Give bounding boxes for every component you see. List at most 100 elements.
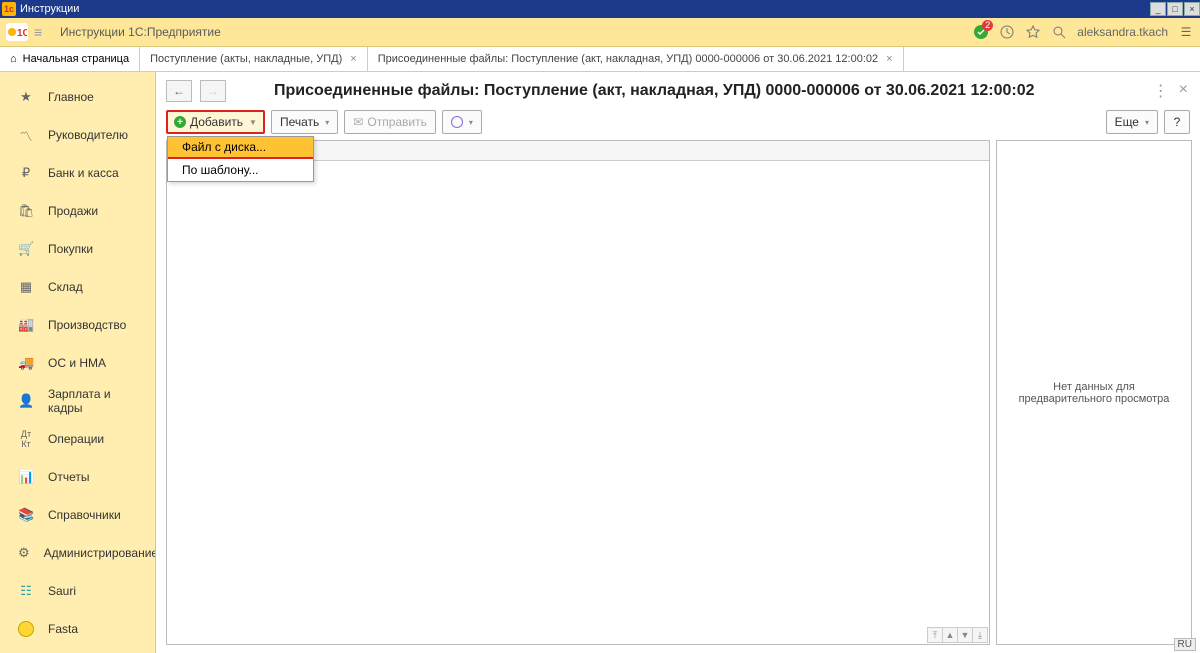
history-icon[interactable]	[999, 24, 1015, 40]
sidebar-item-label: Справочники	[48, 508, 121, 522]
sidebar-item-production[interactable]: 🏭 Производство	[0, 306, 155, 344]
sidebar-item-hr[interactable]: 👤 Зарплата и кадры	[0, 382, 155, 420]
sidebar-item-label: Отчеты	[48, 470, 89, 484]
sidebar-item-sales[interactable]: 🛍 Продажи	[0, 192, 155, 230]
scroll-bottom-button[interactable]: ⤓	[972, 627, 988, 643]
scroll-down-button[interactable]: ▼	[957, 627, 973, 643]
sidebar-item-directories[interactable]: 📚 Справочники	[0, 496, 155, 534]
user-menu-button[interactable]: ☰	[1178, 24, 1194, 40]
preview-empty-text: Нет данных для предварительного просмотр…	[1005, 381, 1183, 405]
home-icon: ⌂	[10, 53, 17, 65]
cart-icon: 🛒	[18, 241, 34, 257]
chevron-down-icon: ▾	[469, 118, 473, 127]
language-indicator[interactable]: RU	[1174, 638, 1196, 651]
toolbar: + Добавить ▼ Файл с диска... По шаблону.…	[156, 108, 1200, 140]
username-label: aleksandra.tkach	[1077, 25, 1168, 39]
sidebar-item-label: Fasta	[48, 622, 78, 636]
sidebar-item-label: Администрирование	[44, 546, 156, 560]
search-icon[interactable]	[1051, 24, 1067, 40]
circle-icon	[451, 116, 463, 128]
page-close-button[interactable]: ×	[1179, 81, 1188, 101]
menu-button[interactable]: ≡	[34, 24, 52, 40]
nav-back-button[interactable]: ←	[166, 80, 192, 102]
sidebar-item-main[interactable]: ★ Главное	[0, 78, 155, 116]
send-button[interactable]: ✉ Отправить	[344, 110, 436, 134]
chevron-down-icon: ▼	[249, 118, 257, 127]
sidebar-item-operations[interactable]: ДтКт Операции	[0, 420, 155, 458]
print-button-label: Печать	[280, 115, 319, 129]
tab-attached-files[interactable]: Присоединенные файлы: Поступление (акт, …	[368, 47, 904, 71]
plus-icon: +	[174, 116, 186, 128]
sidebar-item-label: Руководителю	[48, 128, 128, 142]
sidebar-item-warehouse[interactable]: ▦Склад	[0, 268, 155, 306]
sidebar-item-purchases[interactable]: 🛒Покупки	[0, 230, 155, 268]
home-tab-label: Начальная страница	[23, 53, 129, 65]
app-logo-icon: 1c	[2, 2, 16, 16]
scroll-top-button[interactable]: ⤒	[927, 627, 943, 643]
badge-count: 2	[982, 20, 993, 31]
dropdown-item-label: По шаблону...	[182, 163, 259, 177]
sidebar-item-admin[interactable]: ⚙ Администрирование	[0, 534, 155, 572]
dropdown-item-file-from-disk[interactable]: Файл с диска...	[168, 137, 313, 159]
close-icon[interactable]: ×	[886, 53, 892, 65]
print-button[interactable]: Печать ▾	[271, 110, 338, 134]
boxes-icon: ▦	[18, 279, 34, 295]
send-button-label: Отправить	[367, 115, 427, 129]
add-button[interactable]: + Добавить ▼	[166, 110, 265, 134]
sidebar-item-fasta[interactable]: Fasta	[0, 610, 155, 648]
svg-text:1С: 1С	[17, 28, 27, 39]
credit-debit-icon: ДтКт	[18, 429, 34, 449]
sidebar-item-label: Главное	[48, 90, 94, 104]
home-tab[interactable]: ⌂ Начальная страница	[0, 47, 140, 71]
tab-label: Присоединенные файлы: Поступление (акт, …	[378, 53, 878, 65]
help-label: ?	[1174, 115, 1181, 129]
sauri-icon: ☷	[18, 583, 34, 599]
factory-icon: 🏭	[18, 317, 34, 333]
envelope-icon: ✉	[353, 115, 363, 129]
star-icon: ★	[18, 89, 34, 105]
books-icon: 📚	[18, 507, 34, 523]
tab-receipts[interactable]: Поступление (акты, накладные, УПД) ×	[140, 47, 368, 71]
sidebar-item-manager[interactable]: 〽Руководителю	[0, 116, 155, 154]
window-controls: _ □ ×	[1149, 2, 1200, 16]
gear-icon: ⚙	[18, 545, 30, 561]
logo-1c-icon: 1С	[6, 23, 28, 41]
sidebar-item-label: Зарплата и кадры	[48, 387, 145, 415]
bag-icon: 🛍	[18, 203, 34, 219]
more-button[interactable]: Еще ▾	[1106, 110, 1158, 134]
close-window-button[interactable]: ×	[1184, 2, 1200, 16]
sidebar-item-reports[interactable]: 📊Отчеты	[0, 458, 155, 496]
list-nav-buttons: ⤒ ▲ ▼ ⤓	[928, 627, 988, 643]
tab-label: Поступление (акты, накладные, УПД)	[150, 53, 342, 65]
help-button[interactable]: ?	[1164, 110, 1190, 134]
close-icon[interactable]: ×	[350, 53, 356, 65]
sidebar-item-bank[interactable]: ₽Банк и касса	[0, 154, 155, 192]
main-panel: ← → Присоединенные файлы: Поступление (а…	[156, 72, 1200, 653]
maximize-button[interactable]: □	[1167, 2, 1183, 16]
chevron-down-icon: ▾	[1145, 118, 1149, 127]
sidebar-item-assets[interactable]: 🚚ОС и НМА	[0, 344, 155, 382]
file-list-pane[interactable]: ⤒ ▲ ▼ ⤓	[166, 140, 990, 645]
minimize-button[interactable]: _	[1150, 2, 1166, 16]
star-icon[interactable]	[1025, 24, 1041, 40]
more-button-label: Еще	[1115, 115, 1139, 129]
add-dropdown: Файл с диска... По шаблону...	[167, 136, 314, 182]
os-titlebar: 1c Инструкции _ □ ×	[0, 0, 1200, 18]
nav-forward-button[interactable]: →	[200, 80, 226, 102]
tabs-bar: ⌂ Начальная страница Поступление (акты, …	[0, 47, 1200, 72]
sidebar-item-label: Операции	[48, 432, 104, 446]
sidebar-item-sauri[interactable]: ☷Sauri	[0, 572, 155, 610]
truck-icon: 🚚	[18, 355, 34, 371]
os-title: Инструкции	[20, 3, 79, 15]
page-menu-button[interactable]: ⋮	[1153, 81, 1169, 101]
fasta-icon	[18, 621, 34, 637]
dropdown-item-from-template[interactable]: По шаблону...	[168, 159, 313, 181]
notifications-button[interactable]: 2	[973, 24, 989, 40]
scroll-up-button[interactable]: ▲	[942, 627, 958, 643]
sidebar: ★ Главное 〽Руководителю ₽Банк и касса 🛍 Пр…	[0, 72, 156, 653]
view-mode-button[interactable]: ▾	[442, 110, 482, 134]
sidebar-item-label: Производство	[48, 318, 126, 332]
sidebar-item-label: Продажи	[48, 204, 98, 218]
add-button-label: Добавить	[190, 115, 243, 129]
person-icon: 👤	[18, 393, 34, 409]
